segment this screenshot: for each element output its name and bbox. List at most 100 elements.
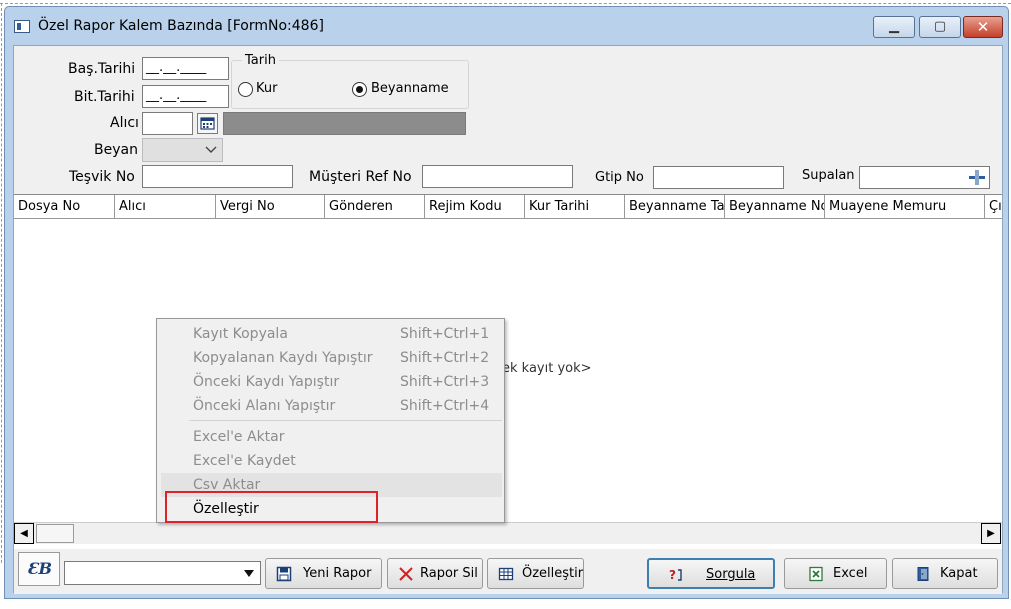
radio-kur-label[interactable]: Kur [256, 81, 277, 96]
chevron-down-icon [205, 146, 217, 153]
alici-lookup-button[interactable] [197, 113, 218, 134]
scroll-left-button[interactable]: ◀ [14, 523, 34, 544]
excel-icon [809, 566, 823, 582]
column-header[interactable]: Beyanname Ta [625, 195, 725, 218]
column-header[interactable]: Muayene Memuru [825, 195, 985, 218]
supalan-input[interactable] [859, 166, 990, 189]
grid-empty-message: ek kayıt yok> [502, 361, 592, 376]
supalan-label: Supalan [802, 168, 855, 183]
sorgula-button[interactable]: ? Sorgula [647, 558, 775, 589]
close-icon: ✕ [976, 18, 990, 36]
tarih-group-label: Tarih [242, 53, 279, 68]
minimize-button[interactable]: ▁ [873, 16, 915, 38]
close-button[interactable]: ✕ [963, 16, 1003, 38]
bit-tarihi-mask: __.__.____ [146, 88, 207, 103]
column-header[interactable]: Kur Tarihi [525, 195, 625, 218]
menu-item-shortcut: Shift+Ctrl+1 [400, 326, 490, 342]
column-header[interactable]: Dosya No [14, 195, 115, 218]
menu-item-excele-kaydet[interactable]: Excel'e Kaydet [161, 449, 502, 473]
alici-name-display [223, 112, 466, 135]
beyan-select[interactable] [142, 138, 223, 162]
query-icon: ? [669, 568, 682, 582]
ozellestir-button[interactable]: Özelleştir [487, 558, 584, 589]
scroll-thumb[interactable] [36, 524, 74, 543]
radio-beyanname[interactable] [352, 82, 367, 97]
sorgula-label: Sorgula [706, 567, 756, 582]
rapor-sil-button[interactable]: Rapor Sil [387, 558, 483, 589]
bit-tarihi-input[interactable]: __.__.____ [142, 85, 229, 108]
door-icon [917, 567, 929, 581]
tesvik-no-label: Teşvik No [69, 169, 135, 185]
menu-item-onceki-alani-yapistir[interactable]: Önceki Alanı Yapıştır Shift+Ctrl+4 [161, 394, 502, 418]
svg-text:?: ? [669, 568, 676, 582]
calendar-icon [200, 117, 215, 130]
desktop-dashed-line [0, 3, 1011, 4]
excel-label: Excel [833, 566, 868, 581]
yeni-rapor-button[interactable]: Yeni Rapor [265, 558, 382, 589]
x-icon [399, 567, 413, 581]
column-header[interactable]: Rejim Kodu [425, 195, 525, 218]
horizontal-scrollbar[interactable]: ◀ ▶ [14, 522, 1002, 544]
menu-item-shortcut: Shift+Ctrl+3 [400, 374, 490, 390]
menu-item-kayit-kopyala[interactable]: Kayıt Kopyala Shift+Ctrl+1 [161, 322, 502, 346]
dropdown-arrow-icon [244, 570, 254, 577]
column-header[interactable]: Çık [985, 195, 1002, 218]
radio-kur[interactable] [238, 82, 253, 97]
gtip-no-label: Gtip No [595, 170, 644, 185]
excel-button[interactable]: Excel [784, 558, 887, 589]
menu-item-label: Excel'e Aktar [193, 429, 285, 445]
menu-item-label: Kayıt Kopyala [193, 326, 288, 342]
window-title: Özel Rapor Kalem Bazında [FormNo:486] [38, 18, 324, 34]
menu-item-kopyalanan-kaydi-yapistir[interactable]: Kopyalanan Kaydı Yapıştır Shift+Ctrl+2 [161, 346, 502, 370]
bas-tarihi-mask: __.__.____ [146, 60, 207, 75]
musteri-ref-no-input[interactable] [422, 165, 573, 188]
menu-item-shortcut: Shift+Ctrl+2 [400, 350, 490, 366]
scroll-right-button[interactable]: ▶ [981, 523, 1001, 544]
musteri-ref-no-label: Müşteri Ref No [309, 169, 412, 185]
bas-tarihi-input[interactable]: __.__.____ [142, 57, 229, 80]
window-app-icon [14, 20, 30, 33]
highlight-box [165, 491, 378, 523]
grid-header: Dosya No Alıcı Vergi No Gönderen Rejim K… [14, 195, 1002, 219]
kapat-label: Kapat [940, 566, 978, 581]
title-bar[interactable]: Özel Rapor Kalem Bazında [FormNo:486] ▁ … [5, 7, 1008, 45]
radio-beyanname-label[interactable]: Beyanname [371, 81, 449, 96]
floppy-icon [276, 566, 292, 582]
menu-item-shortcut: Shift+Ctrl+4 [400, 398, 490, 414]
tesvik-no-input[interactable] [142, 165, 293, 188]
beyan-label: Beyan [94, 142, 138, 158]
report-select[interactable] [64, 561, 261, 585]
menu-item-label: Kopyalanan Kaydı Yapıştır [193, 350, 373, 366]
lookup-icon[interactable] [968, 169, 986, 186]
alici-input[interactable] [142, 112, 193, 135]
bas-tarihi-label: Baş.Tarihi [68, 61, 136, 77]
menu-separator [189, 420, 502, 421]
kapat-button[interactable]: Kapat [892, 558, 998, 589]
arrow-right-icon: ▶ [987, 528, 995, 539]
logo-button[interactable]: ƐB [18, 552, 60, 586]
minimize-icon: ▁ [889, 19, 899, 34]
menu-item-label: Önceki Kaydı Yapıştır [193, 374, 340, 390]
bit-tarihi-label: Bit.Tarihi [74, 89, 135, 105]
menu-item-label: Önceki Alanı Yapıştır [193, 398, 336, 414]
rapor-sil-label: Rapor Sil [420, 566, 478, 581]
report-window: Özel Rapor Kalem Bazında [FormNo:486] ▁ … [4, 6, 1009, 599]
menu-item-excele-aktar[interactable]: Excel'e Aktar [161, 425, 502, 449]
gtip-no-input[interactable] [653, 166, 784, 189]
column-header[interactable]: Alıcı [115, 195, 216, 218]
logo-icon: ƐB [27, 559, 53, 578]
ozellestir-label: Özelleştir [522, 566, 584, 581]
alici-label: Alıcı [110, 115, 139, 131]
desktop-dashed-line-left [1, 3, 2, 563]
yeni-rapor-label: Yeni Rapor [303, 566, 372, 581]
grid-icon [498, 567, 514, 581]
menu-item-onceki-kaydi-yapistir[interactable]: Önceki Kaydı Yapıştır Shift+Ctrl+3 [161, 370, 502, 394]
maximize-button[interactable]: ▢ [919, 16, 961, 38]
column-header[interactable]: Vergi No [216, 195, 325, 218]
bottom-toolbar: ƐB Yeni Rapor Rapor Sil Özelleştir ? Sor… [14, 549, 1002, 594]
menu-item-label: Excel'e Kaydet [193, 453, 296, 469]
column-header[interactable]: Beyanname No [725, 195, 825, 218]
maximize-icon: ▢ [933, 19, 947, 34]
desktop: Özel Rapor Kalem Bazında [FormNo:486] ▁ … [0, 0, 1011, 609]
column-header[interactable]: Gönderen [325, 195, 425, 218]
